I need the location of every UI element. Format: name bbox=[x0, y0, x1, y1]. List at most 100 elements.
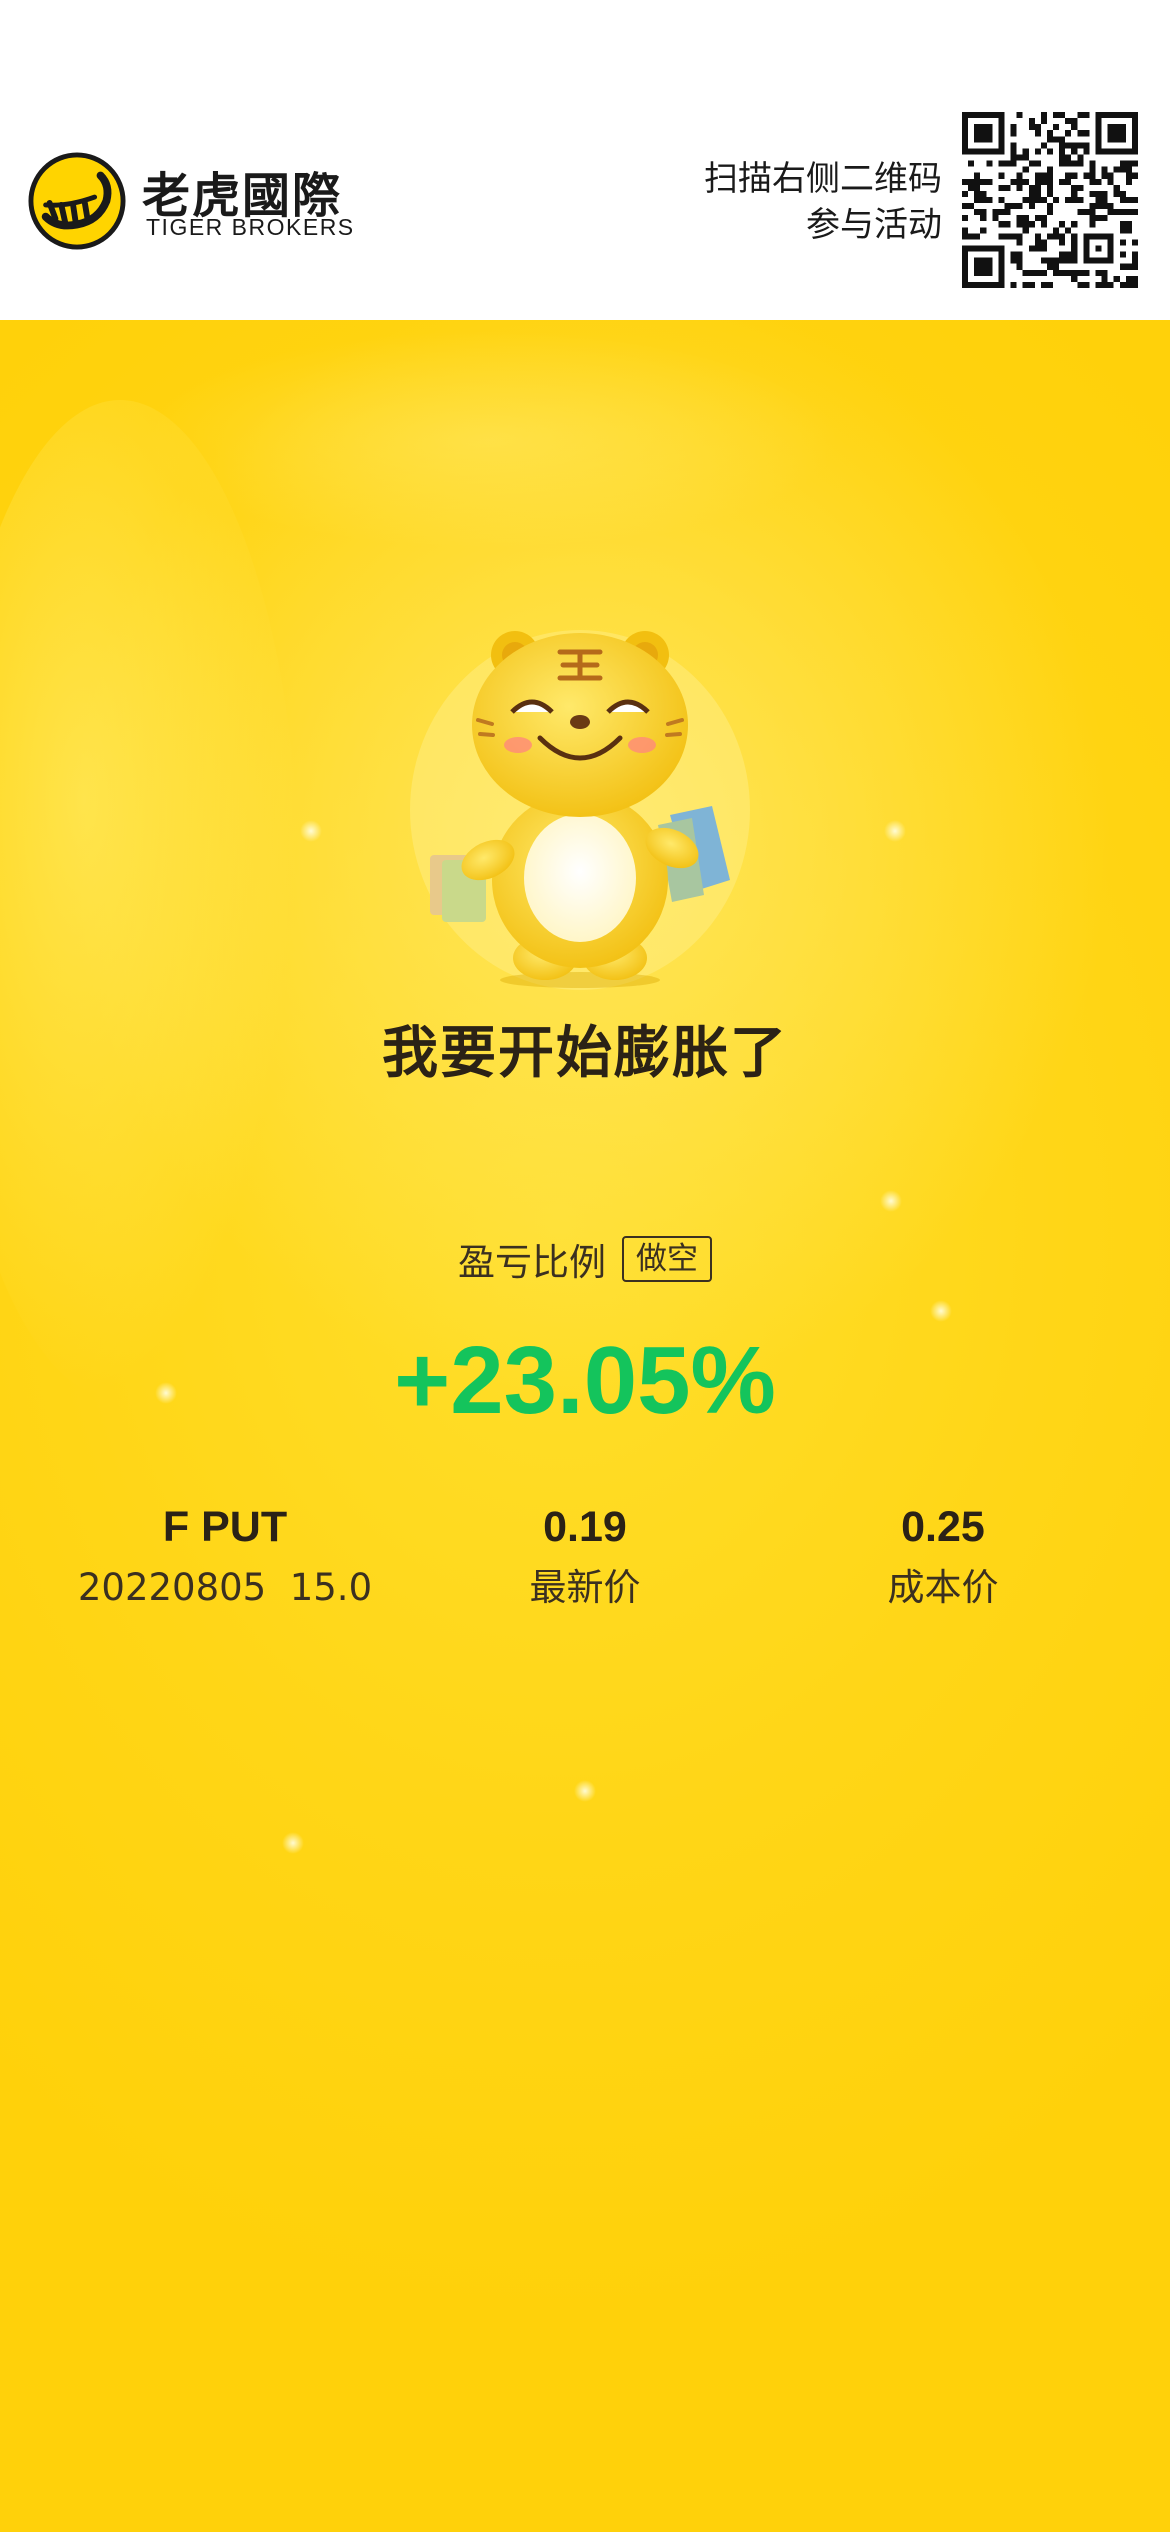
qr-module bbox=[1053, 136, 1060, 143]
qr-module bbox=[1089, 221, 1096, 228]
pnl-ratio-row: 盈亏比例 做空 bbox=[0, 1232, 1170, 1286]
qr-module bbox=[1016, 172, 1023, 179]
stat-contract: F PUT 20220805 15.0 bbox=[45, 1498, 405, 1616]
qr-module bbox=[1131, 196, 1138, 204]
sparkle bbox=[574, 1780, 596, 1802]
qr-module bbox=[1059, 178, 1066, 185]
cost-price-label: 成本价 bbox=[887, 1566, 999, 1609]
qr-module bbox=[1101, 172, 1108, 179]
qr-module bbox=[1059, 221, 1066, 228]
qr-module bbox=[968, 233, 975, 240]
qr-code-icon[interactable] bbox=[962, 112, 1138, 288]
qr-module bbox=[1034, 190, 1041, 197]
qr-module bbox=[962, 233, 969, 240]
qr-module bbox=[1040, 172, 1047, 179]
qr-module bbox=[1034, 196, 1041, 204]
qr-module bbox=[1016, 233, 1023, 240]
qr-module bbox=[1034, 245, 1041, 252]
qr-module bbox=[1107, 178, 1114, 185]
qr-module bbox=[1119, 190, 1126, 197]
qr-module bbox=[1040, 221, 1047, 228]
qr-module bbox=[1046, 209, 1054, 216]
qr-module bbox=[968, 178, 975, 185]
qr-module bbox=[1083, 281, 1090, 288]
qr-module bbox=[1010, 130, 1017, 137]
qr-module bbox=[1004, 160, 1011, 167]
qr-module bbox=[1053, 112, 1060, 119]
qr-module bbox=[1101, 281, 1108, 288]
qr-module bbox=[1010, 281, 1017, 288]
qr-module bbox=[1065, 178, 1072, 185]
qr-module bbox=[998, 172, 1005, 179]
qr-module bbox=[1065, 118, 1072, 125]
qr-module bbox=[1113, 184, 1120, 191]
qr-module bbox=[1016, 203, 1023, 210]
qr-module bbox=[1083, 269, 1090, 276]
qr-module bbox=[1089, 166, 1096, 173]
qr-module bbox=[1125, 166, 1132, 173]
qr-module bbox=[974, 209, 981, 216]
qr-module bbox=[1046, 281, 1054, 288]
qr-module bbox=[980, 190, 987, 197]
qr-module bbox=[1065, 160, 1072, 167]
qr-module bbox=[1131, 239, 1138, 246]
qr-module bbox=[1040, 239, 1047, 246]
qr-module bbox=[1010, 251, 1017, 258]
qr-module bbox=[1028, 203, 1035, 210]
qr-module bbox=[986, 160, 993, 167]
qr-module bbox=[998, 209, 1005, 216]
qr-module bbox=[1101, 275, 1108, 282]
qr-module bbox=[1125, 275, 1132, 282]
qr-module bbox=[1119, 160, 1126, 167]
qr-module bbox=[1059, 136, 1066, 143]
qr-module bbox=[1004, 221, 1011, 228]
qr-module bbox=[1034, 184, 1041, 191]
qr-module bbox=[1119, 239, 1126, 246]
qr-module bbox=[1028, 124, 1035, 131]
qr-module bbox=[1101, 215, 1108, 222]
qr-module bbox=[1131, 263, 1138, 270]
qr-module bbox=[1046, 178, 1054, 185]
qr-module bbox=[1107, 281, 1114, 288]
qr-module bbox=[1010, 148, 1017, 155]
brand-name-en: TIGER BROKERS bbox=[146, 214, 355, 240]
qr-module bbox=[1119, 166, 1126, 173]
qr-module bbox=[1022, 269, 1029, 276]
pnl-ratio-value: +23.05% bbox=[394, 1327, 776, 1434]
qr-module bbox=[1034, 160, 1041, 167]
qr-module bbox=[1040, 178, 1047, 185]
qr-module bbox=[1113, 166, 1120, 173]
qr-module bbox=[1065, 227, 1072, 234]
qr-module bbox=[1022, 196, 1029, 204]
qr-module bbox=[1071, 239, 1078, 246]
qr-module bbox=[1065, 130, 1072, 137]
qr-module bbox=[1131, 257, 1138, 264]
qr-module bbox=[1028, 184, 1035, 191]
qr-module bbox=[1065, 142, 1072, 149]
qr-module bbox=[1040, 112, 1047, 119]
qr-module bbox=[998, 184, 1005, 191]
qr-module bbox=[1040, 118, 1047, 125]
qr-module bbox=[1010, 124, 1017, 131]
qr-module bbox=[1034, 233, 1041, 240]
qr-module bbox=[1053, 263, 1060, 270]
qr-module bbox=[1119, 263, 1126, 270]
qr-module bbox=[1131, 251, 1138, 258]
qr-module bbox=[1059, 142, 1066, 149]
stat-cost-price: 0.25 成本价 bbox=[763, 1498, 1123, 1616]
qr-module bbox=[1034, 178, 1041, 185]
sparkle bbox=[880, 1190, 902, 1212]
qr-module bbox=[1101, 166, 1108, 173]
qr-module bbox=[1046, 166, 1054, 173]
qr-module bbox=[1016, 257, 1023, 264]
qr-module bbox=[1125, 209, 1132, 216]
qr-module bbox=[1016, 239, 1023, 246]
qr-module bbox=[998, 196, 1005, 204]
qr-module bbox=[1022, 215, 1029, 222]
qr-module bbox=[1034, 269, 1041, 276]
qr-module bbox=[1131, 275, 1138, 282]
qr-module bbox=[1028, 196, 1035, 204]
qr-module bbox=[1071, 118, 1078, 125]
qr-module bbox=[1059, 251, 1066, 258]
qr-module bbox=[1131, 160, 1138, 167]
